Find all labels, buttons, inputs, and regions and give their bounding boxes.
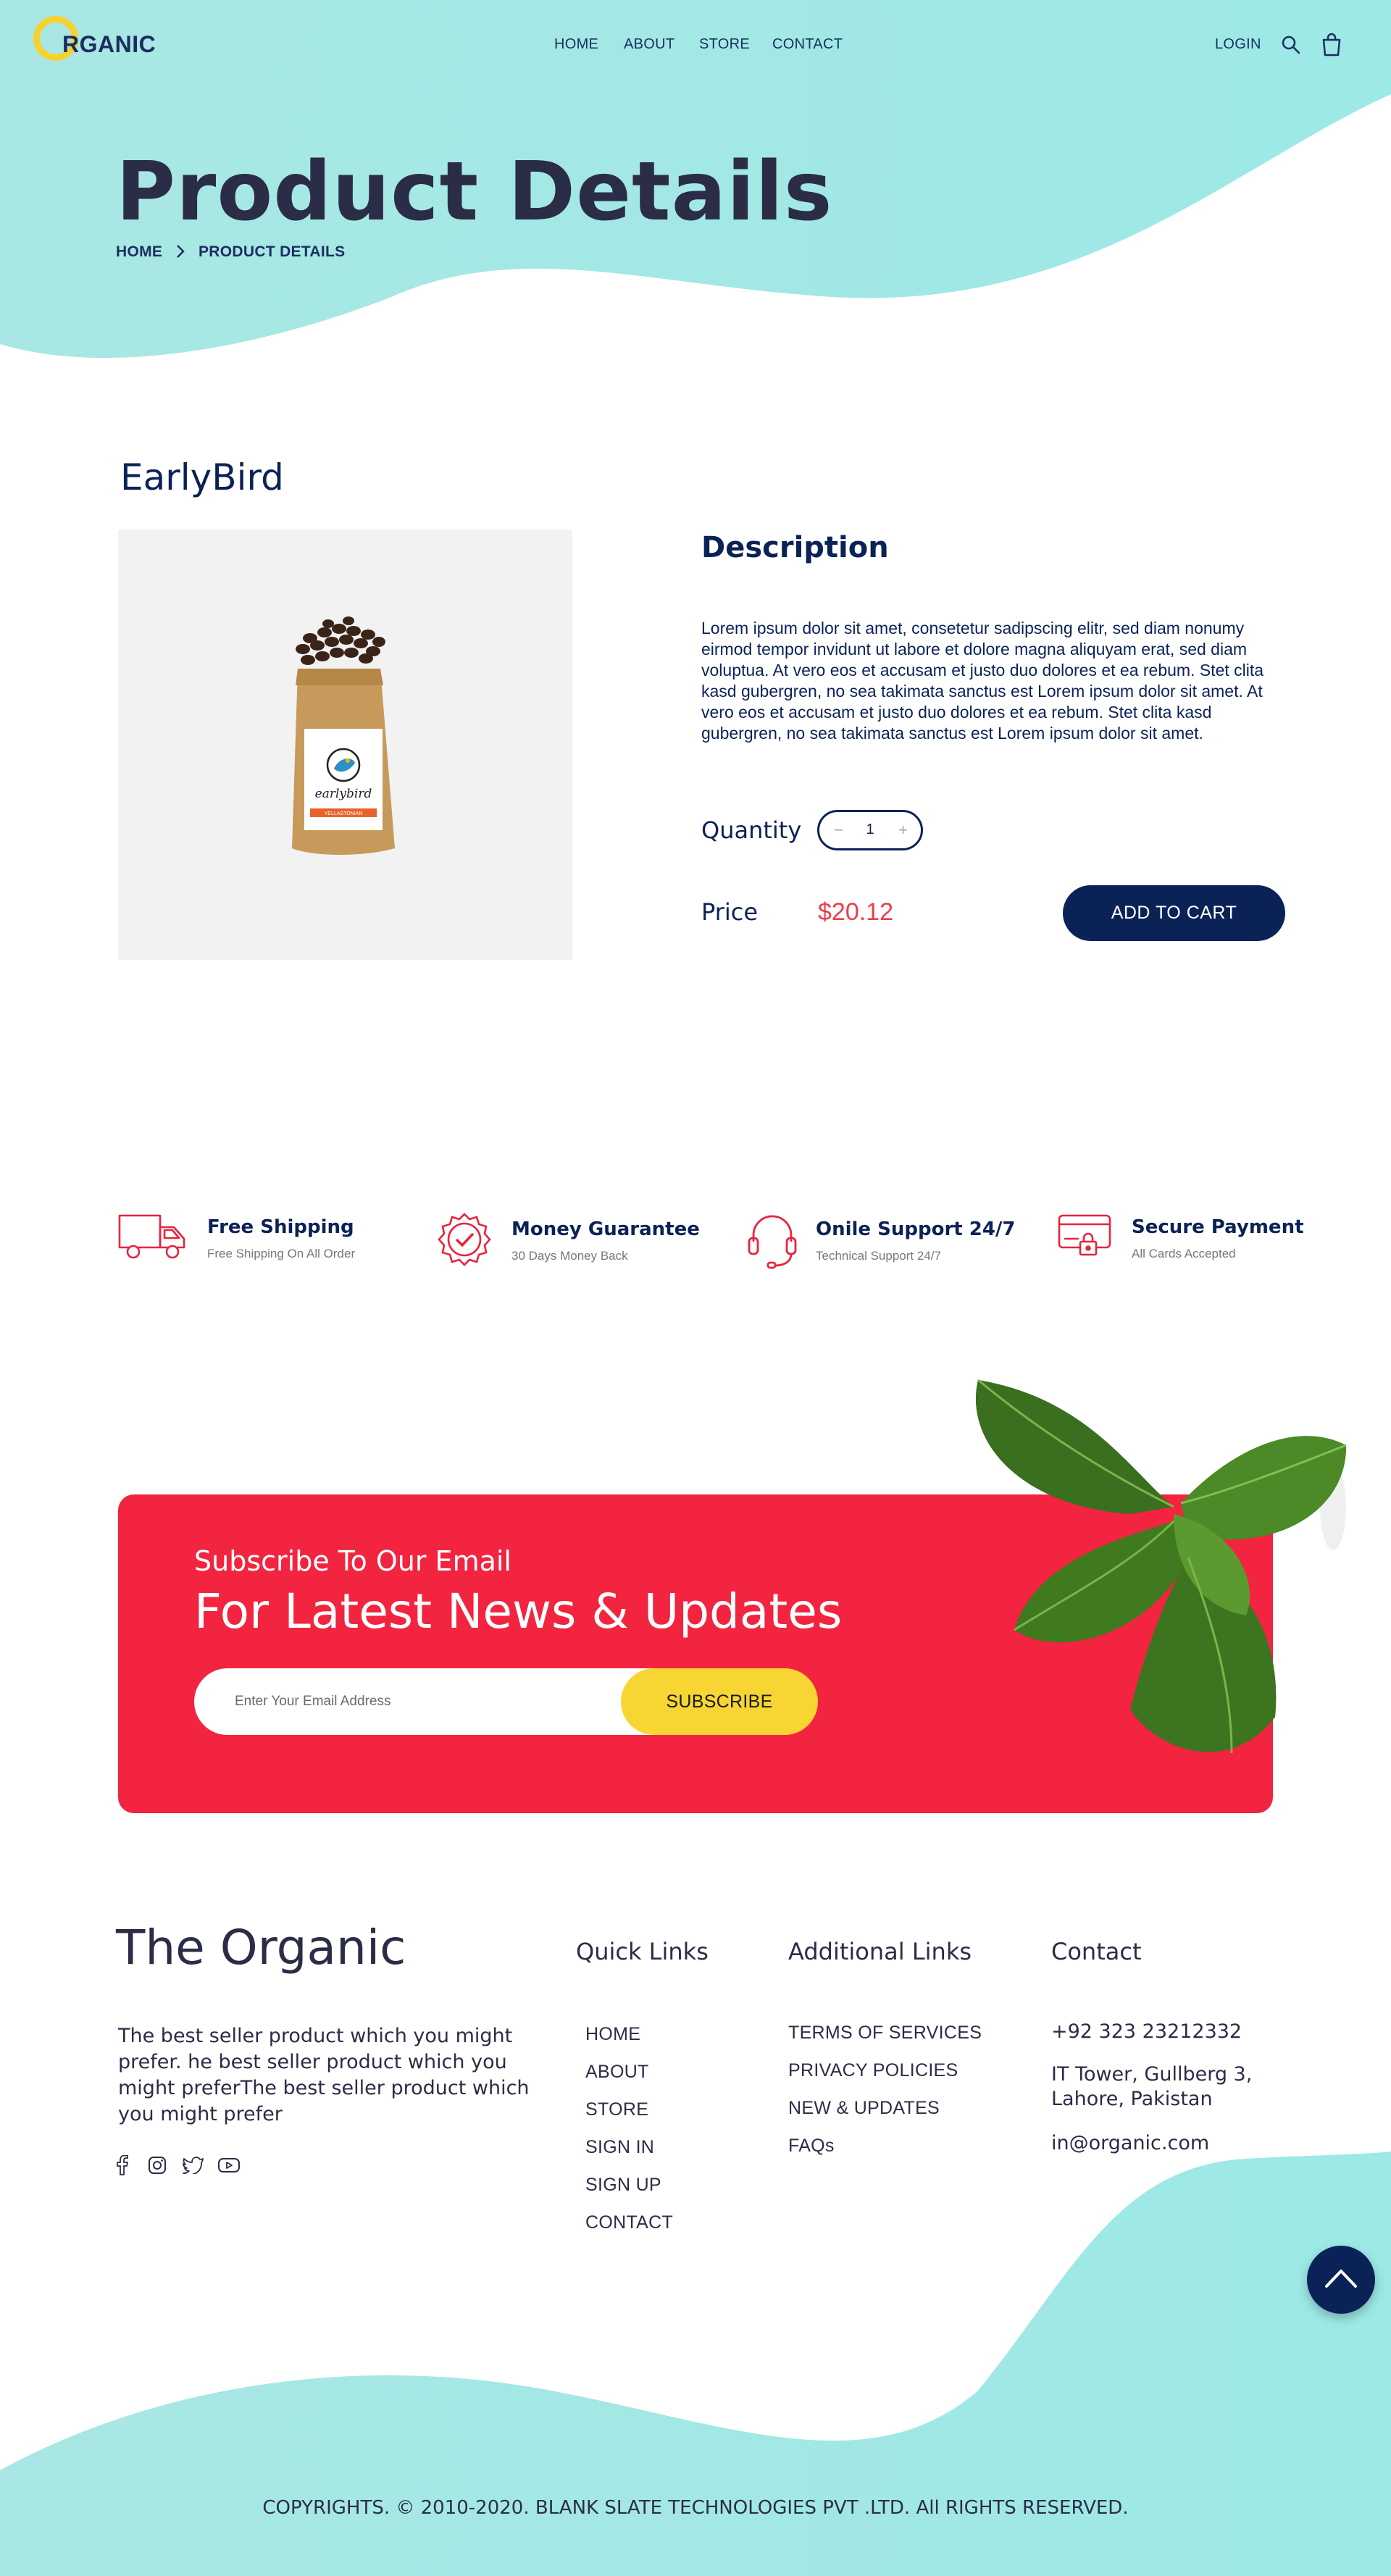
quick-link-contact[interactable]: CONTACT [585,2212,673,2233]
nav-about[interactable]: ABOUT [624,36,674,53]
feature-title-shipping: Free Shipping [207,1216,354,1238]
feature-subtitle-guarantee: 30 Days Money Back [511,1249,628,1263]
additional-link-terms[interactable]: TERMS OF SERVICES [788,2023,982,2044]
feature-title-guarantee: Money Guarantee [511,1218,700,1240]
contact-address: IT Tower, Gullberg 3, Lahore, Pakistan [1051,2063,1253,2110]
secure-card-icon [1058,1214,1111,1256]
feature-subtitle-payment: All Cards Accepted [1132,1247,1236,1260]
nav-store[interactable]: STORE [699,36,750,53]
basil-leaves-overlay [975,1379,1347,1754]
facebook-icon[interactable] [116,2155,129,2175]
quantity-stepper[interactable]: − 1 + [817,810,923,850]
nav-home[interactable]: HOME [554,36,598,53]
feature-subtitle-support: Technical Support 24/7 [816,1249,941,1263]
quick-link-about[interactable]: ABOUT [585,2062,649,2083]
instagram-icon[interactable] [148,2156,167,2175]
feature-subtitle-shipping: Free Shipping On All Order [207,1247,356,1260]
increment-button[interactable]: + [898,821,908,840]
breadcrumb-current: PRODUCT DETAILS [199,243,346,260]
contact-email[interactable]: in@organic.com [1051,2131,1209,2156]
background-waves [0,0,1391,2576]
price-label: Price [701,898,759,926]
description-text: Lorem ipsum dolor sit amet, consetetur s… [701,619,1264,743]
feature-title-support: Onile Support 24/7 [816,1218,1016,1240]
package-band: YELLASTONIAN [325,811,363,816]
subscribe-subtitle: Subscribe To Our Email [194,1545,511,1577]
additional-link-privacy[interactable]: PRIVACY POLICIES [788,2060,958,2081]
shopping-bag-icon[interactable] [1321,32,1342,57]
nav-contact[interactable]: CONTACT [772,36,843,53]
contact-phone[interactable]: +92 323 23212332 [1051,2020,1242,2044]
copyright-text: COPYRIGHTS. © 2010-2020. BLANK SLATE TEC… [262,2497,1129,2519]
quick-link-sign-in[interactable]: SIGN IN [585,2137,654,2158]
additional-link-faqs[interactable]: FAQs [788,2136,835,2157]
subscribe-title: For Latest News & Updates [194,1584,843,1639]
package-brand: earlybird [315,787,372,801]
quick-links-title: Quick Links [576,1938,709,1965]
search-icon[interactable] [1281,35,1301,55]
product-name: EarlyBird [120,456,284,498]
youtube-icon[interactable] [217,2157,241,2173]
subscribe-button[interactable]: SUBSCRIBE [621,1668,818,1735]
price-value: $20.12 [818,898,893,926]
chevron-right-icon [177,245,185,258]
breadcrumb-home[interactable]: HOME [116,243,162,261]
description-title: Description [701,531,889,564]
additional-link-news[interactable]: NEW & UPDATES [788,2098,940,2119]
logo-text[interactable]: RGANIC [62,31,156,58]
page-title: Product Details [116,145,833,239]
quick-link-store[interactable]: STORE [585,2099,648,2120]
coffee-bag-image: earlybird YELLASTONIAN [292,616,395,855]
contact-title: Contact [1051,1938,1142,1965]
twitter-icon[interactable] [183,2157,204,2174]
quantity-label: Quantity [701,816,802,844]
additional-links-title: Additional Links [788,1938,972,1965]
feature-title-payment: Secure Payment [1132,1216,1304,1238]
headset-icon [748,1215,797,1269]
scroll-to-top-button[interactable] [1307,2246,1375,2314]
product-image: earlybird YELLASTONIAN [118,530,572,960]
chevron-up-icon [1325,2270,1357,2288]
login-link[interactable]: LOGIN [1215,36,1261,53]
badge-check-icon [438,1213,491,1266]
add-to-cart-button[interactable]: ADD TO CART [1063,885,1285,941]
footer-description: The best seller product which you might … [118,2025,530,2125]
truck-icon [118,1214,185,1259]
quick-link-sign-up[interactable]: SIGN UP [585,2175,661,2196]
quick-link-home[interactable]: HOME [585,2024,640,2045]
footer-brand: The Organic [116,1920,406,1975]
